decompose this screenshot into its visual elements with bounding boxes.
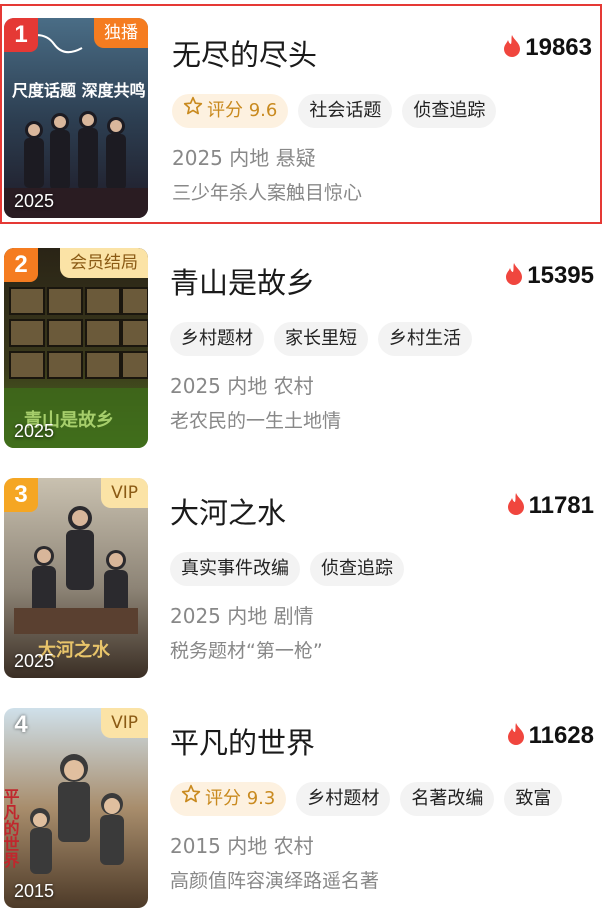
- poster-year: 2025: [14, 191, 55, 211]
- poster-image[interactable]: 青山是故乡 2 会员结局 2025: [4, 248, 148, 448]
- tag[interactable]: 侦查追踪: [402, 94, 497, 128]
- heat-score: 19863: [503, 34, 592, 62]
- tag[interactable]: 乡村生活: [378, 322, 472, 356]
- poster-image[interactable]: 尺度话题 深度共鸣 1 独播 2025: [4, 18, 148, 218]
- item-meta: 2025 内地 农村: [170, 374, 314, 398]
- tag[interactable]: 致富: [504, 782, 563, 816]
- ranking-list: 尺度话题 深度共鸣 1 独播 2025 无尽的尽头 19863 评分 9.6 社…: [0, 0, 602, 924]
- rank-badge: 2: [4, 248, 38, 282]
- tag[interactable]: 家长里短: [274, 322, 368, 356]
- heat-score: 15395: [505, 262, 594, 290]
- score-tag: 评分 9.3: [170, 782, 287, 816]
- item-description: 三少年杀人案触目惊心: [172, 182, 363, 204]
- rank-badge: 4: [14, 711, 28, 738]
- heat-value: 19863: [525, 34, 592, 61]
- poster-year: 2025: [14, 421, 55, 441]
- tag[interactable]: 名著改编: [400, 782, 495, 816]
- score-text: 评分 9.3: [205, 788, 276, 809]
- star-outline-icon: [183, 94, 203, 128]
- item-title[interactable]: 无尽的尽头: [172, 32, 317, 74]
- poster-year: 2025: [14, 651, 55, 671]
- tag[interactable]: 乡村题材: [296, 782, 391, 816]
- poster-image[interactable]: 平凡的世界 4 VIP 2015: [4, 708, 148, 908]
- vip-badge: VIP: [101, 478, 148, 508]
- flame-icon: [505, 263, 523, 289]
- star-outline-icon: [181, 782, 201, 816]
- flame-icon: [503, 35, 521, 61]
- poster-text: 平凡的世界: [4, 788, 20, 869]
- poster-image[interactable]: 大河之水 3 VIP 2025: [4, 478, 148, 678]
- tag[interactable]: 社会话题: [298, 94, 393, 128]
- tag[interactable]: 乡村题材: [170, 322, 264, 356]
- tag[interactable]: 侦查追踪: [310, 552, 404, 586]
- flame-icon: [507, 493, 525, 519]
- item-meta: 2025 内地 剧情: [170, 604, 314, 628]
- tag[interactable]: 真实事件改编: [170, 552, 300, 586]
- list-item[interactable]: 大河之水 3 VIP 2025 大河之水 11781 真实事件改编 侦查追踪 2…: [0, 464, 602, 684]
- exclusive-badge: 独播: [94, 18, 148, 48]
- poster-year: 2015: [14, 881, 55, 901]
- heat-value: 11781: [528, 492, 594, 519]
- heat-value: 11628: [528, 722, 594, 749]
- tag-row: 乡村题材 家长里短 乡村生活: [170, 322, 472, 356]
- rank-badge: 3: [4, 478, 38, 512]
- tag-row: 真实事件改编 侦查追踪: [170, 552, 404, 586]
- item-meta: 2025 内地 悬疑: [172, 146, 316, 170]
- score-text: 评分 9.6: [207, 100, 278, 121]
- list-item[interactable]: 青山是故乡 2 会员结局 2025 青山是故乡 15395 乡村题材 家长里短 …: [0, 234, 602, 454]
- heat-value: 15395: [527, 262, 594, 289]
- flame-icon: [507, 723, 525, 749]
- item-description: 老农民的一生土地情: [170, 410, 342, 432]
- poster-text: 尺度话题 深度共鸣: [12, 81, 146, 100]
- tag-row: 评分 9.6 社会话题 侦查追踪: [172, 94, 497, 128]
- rank-badge: 1: [4, 18, 38, 52]
- score-tag: 评分 9.6: [172, 94, 289, 128]
- vip-badge: VIP: [101, 708, 148, 738]
- list-item[interactable]: 尺度话题 深度共鸣 1 独播 2025 无尽的尽头 19863 评分 9.6 社…: [0, 4, 602, 224]
- heat-score: 11628: [507, 722, 594, 750]
- list-item[interactable]: 平凡的世界 4 VIP 2015 平凡的世界 11628 评分 9.3 乡村题材…: [0, 694, 602, 914]
- item-description: 税务题材“第一枪”: [170, 640, 323, 662]
- member-finale-badge: 会员结局: [60, 248, 148, 278]
- tag-row: 评分 9.3 乡村题材 名著改编 致富: [170, 782, 563, 816]
- item-title[interactable]: 平凡的世界: [170, 720, 315, 762]
- item-title[interactable]: 大河之水: [170, 490, 286, 532]
- item-description: 高颜值阵容演绎路遥名著: [170, 870, 380, 892]
- item-title[interactable]: 青山是故乡: [170, 260, 315, 302]
- item-meta: 2015 内地 农村: [170, 834, 314, 858]
- heat-score: 11781: [507, 492, 594, 520]
